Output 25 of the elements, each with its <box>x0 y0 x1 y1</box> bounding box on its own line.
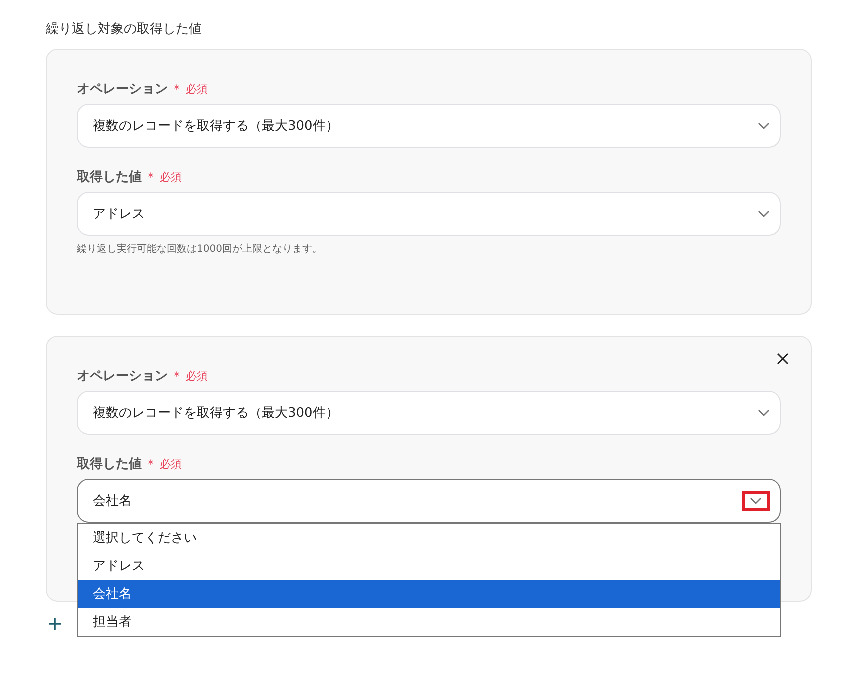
required-label: 必須 <box>160 456 182 472</box>
chevron-down-icon <box>750 497 762 505</box>
chevron-down-icon <box>758 122 770 130</box>
select-field[interactable]: 複数のレコードを取得する（最大300件） <box>77 391 781 435</box>
required-mark: ＊ <box>145 456 157 472</box>
field-label: オペレーション <box>77 81 168 98</box>
required-mark: ＊ <box>171 368 183 384</box>
close-icon[interactable] <box>777 353 789 365</box>
plus-icon[interactable] <box>48 617 62 631</box>
field-label: 取得した値 <box>77 456 142 473</box>
select-field[interactable]: 会社名 <box>77 479 781 523</box>
required-mark: ＊ <box>145 168 157 186</box>
required-label: 必須 <box>186 368 208 384</box>
select-field[interactable]: 複数のレコードを取得する（最大300件） <box>77 104 781 148</box>
dropdown-option[interactable]: 会社名 <box>78 580 780 608</box>
hint-text: 繰り返し実行可能な回数は1000回が上限となります。 <box>77 242 324 256</box>
section-title: 繰り返し対象の取得した値 <box>46 21 203 38</box>
required-mark: ＊ <box>171 80 183 98</box>
required-label: 必須 <box>186 82 208 96</box>
field-label: オペレーション <box>77 368 168 385</box>
chevron-down-icon <box>758 409 770 417</box>
required-label: 必須 <box>160 170 182 184</box>
select-field[interactable]: アドレス <box>77 192 781 236</box>
chevron-down-icon <box>758 210 770 218</box>
field-label: 取得した値 <box>77 169 142 186</box>
